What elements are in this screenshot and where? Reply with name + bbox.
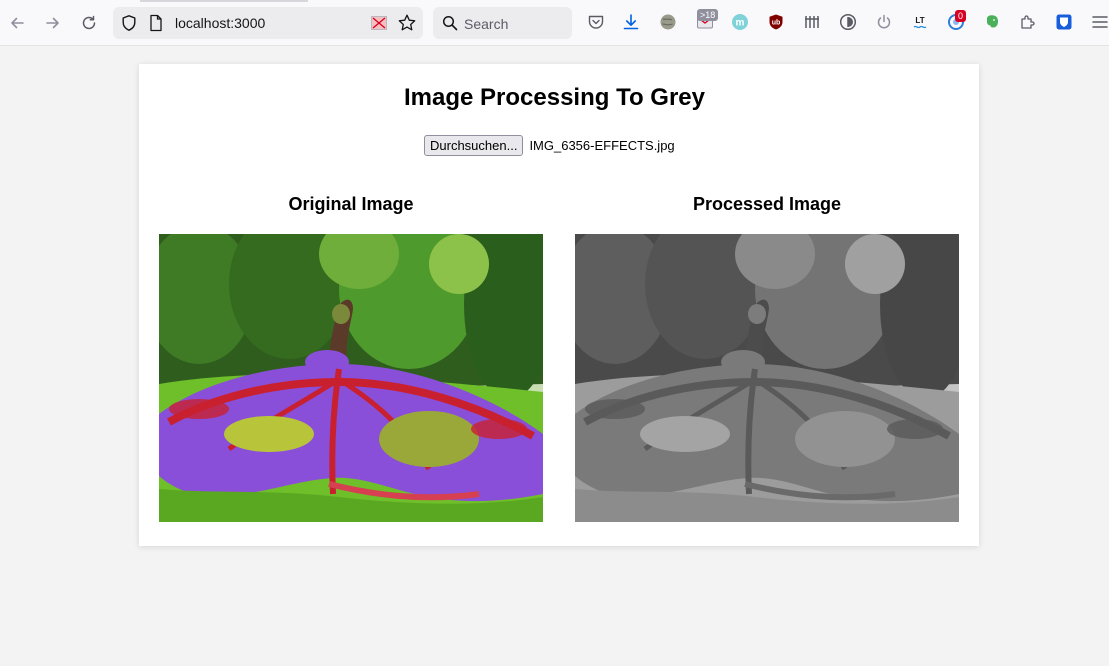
svg-text:LT: LT	[915, 16, 924, 25]
menu-button[interactable]	[1090, 12, 1109, 32]
extension-power[interactable]	[874, 12, 894, 32]
ublock-shield-icon: ub	[769, 14, 783, 30]
search-icon	[442, 15, 458, 31]
globe-icon	[660, 14, 676, 30]
arrow-right-icon	[46, 17, 59, 29]
processed-image-graphic	[575, 234, 959, 522]
original-image-heading: Original Image	[288, 194, 414, 214]
extension-privacy[interactable]	[838, 12, 858, 32]
selected-file-name: IMG_6356-EFFECTS.jpg	[529, 137, 675, 153]
hamburger-menu-icon	[1092, 16, 1108, 28]
pocket-button[interactable]	[586, 12, 606, 32]
extension-evernote[interactable]	[982, 12, 1002, 32]
star-icon[interactable]	[397, 13, 417, 33]
processed-image	[575, 234, 959, 522]
reader-view-icon[interactable]	[371, 16, 387, 30]
extension-globe[interactable]	[658, 12, 678, 32]
extensions-button[interactable]	[1018, 12, 1038, 32]
puzzle-icon	[1021, 15, 1035, 29]
m-circle-icon: m	[732, 14, 748, 30]
extension-m[interactable]: m	[730, 12, 750, 32]
page-title: Image Processing To Grey	[404, 84, 705, 111]
processed-image-heading: Processed Image	[692, 194, 842, 214]
reload-icon	[82, 15, 96, 30]
search-bar[interactable]: Search	[433, 7, 572, 39]
power-icon	[877, 14, 891, 29]
browse-button[interactable]: Durchsuchen...	[424, 134, 524, 156]
privacy-circle-icon	[839, 13, 857, 31]
svg-text:m: m	[736, 18, 745, 29]
back-button[interactable]	[5, 11, 29, 35]
browser-toolbar: localhost:3000 Search >18 m ub LT 0	[0, 0, 1109, 46]
extension-bitwarden[interactable]	[1054, 12, 1074, 32]
original-image-graphic	[159, 234, 543, 522]
reload-button[interactable]	[77, 11, 101, 35]
file-input[interactable]: Durchsuchen... IMG_6356-EFFECTS.jpg	[424, 134, 675, 156]
download-icon	[623, 14, 639, 30]
url-text[interactable]: localhost:3000	[175, 15, 265, 31]
extension-languagetool[interactable]: LT	[910, 12, 930, 32]
shield-icon[interactable]	[120, 14, 138, 32]
languagetool-icon: LT	[913, 16, 927, 29]
extension-count-badge: 0	[955, 10, 967, 22]
mail-count-badge: >18	[697, 9, 719, 21]
extension-columns[interactable]	[802, 12, 822, 32]
search-placeholder: Search	[464, 16, 509, 32]
page-icon	[150, 14, 162, 32]
original-image	[159, 234, 543, 522]
tab-strip-edge	[140, 0, 308, 2]
downloads-button[interactable]	[621, 12, 641, 32]
pocket-icon	[588, 15, 604, 29]
address-bar[interactable]: localhost:3000	[113, 7, 423, 39]
elephant-icon	[987, 15, 998, 28]
svg-text:ub: ub	[772, 20, 781, 27]
bitwarden-shield-icon	[1056, 14, 1072, 30]
columns-icon	[805, 16, 819, 28]
extension-ublock[interactable]: ub	[766, 12, 786, 32]
forward-button[interactable]	[41, 11, 65, 35]
arrow-left-icon	[11, 17, 24, 29]
